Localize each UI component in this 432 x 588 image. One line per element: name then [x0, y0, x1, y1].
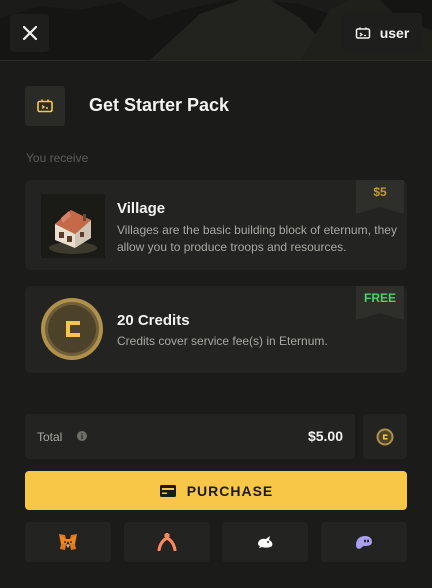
info-icon[interactable]: i: [77, 431, 87, 441]
close-button[interactable]: [10, 14, 49, 52]
village-item-card: Village Villages are the basic building …: [25, 180, 407, 270]
argent-icon: [157, 533, 177, 551]
phantom-icon: [356, 536, 372, 549]
item-description: Villages are the basic building block of…: [117, 223, 397, 254]
argent-wallet-button[interactable]: [124, 522, 210, 562]
rabby-wallet-button[interactable]: [222, 522, 308, 562]
rabby-icon: [258, 536, 273, 548]
card-icon: [159, 484, 176, 497]
item-title: 20 Credits: [117, 312, 190, 329]
starter-pack-icon-box: [25, 86, 65, 126]
purchase-label: PURCHASE: [186, 482, 274, 499]
controller-icon: [355, 27, 370, 39]
phantom-wallet-button[interactable]: [321, 522, 407, 562]
item-title: Village: [117, 200, 166, 217]
credits-coin-icon: [376, 428, 394, 445]
total-value: $5.00: [307, 428, 343, 444]
village-image: [41, 194, 105, 258]
item-description: Credits cover service fee(s) in Eternum.: [117, 334, 328, 348]
user-label: user: [379, 24, 410, 41]
price-badge: $5: [356, 180, 404, 214]
receive-label: You receive: [26, 151, 89, 165]
total-label: Total: [37, 430, 63, 444]
credits-coin-icon: [41, 298, 103, 360]
metamask-wallet-button[interactable]: [25, 522, 111, 562]
page-title: Get Starter Pack: [89, 95, 230, 115]
currency-selector-button[interactable]: [363, 414, 407, 459]
user-button[interactable]: user: [342, 13, 422, 52]
credits-item-card: 20 Credits Credits cover service fee(s) …: [25, 286, 407, 373]
total-summary: Total i $5.00: [25, 414, 355, 459]
controller-icon: [37, 99, 53, 113]
free-badge: FREE: [356, 286, 404, 320]
purchase-button[interactable]: PURCHASE: [25, 471, 407, 510]
close-icon: [22, 25, 37, 41]
metamask-icon: [59, 534, 77, 550]
header-divider: [0, 60, 432, 61]
